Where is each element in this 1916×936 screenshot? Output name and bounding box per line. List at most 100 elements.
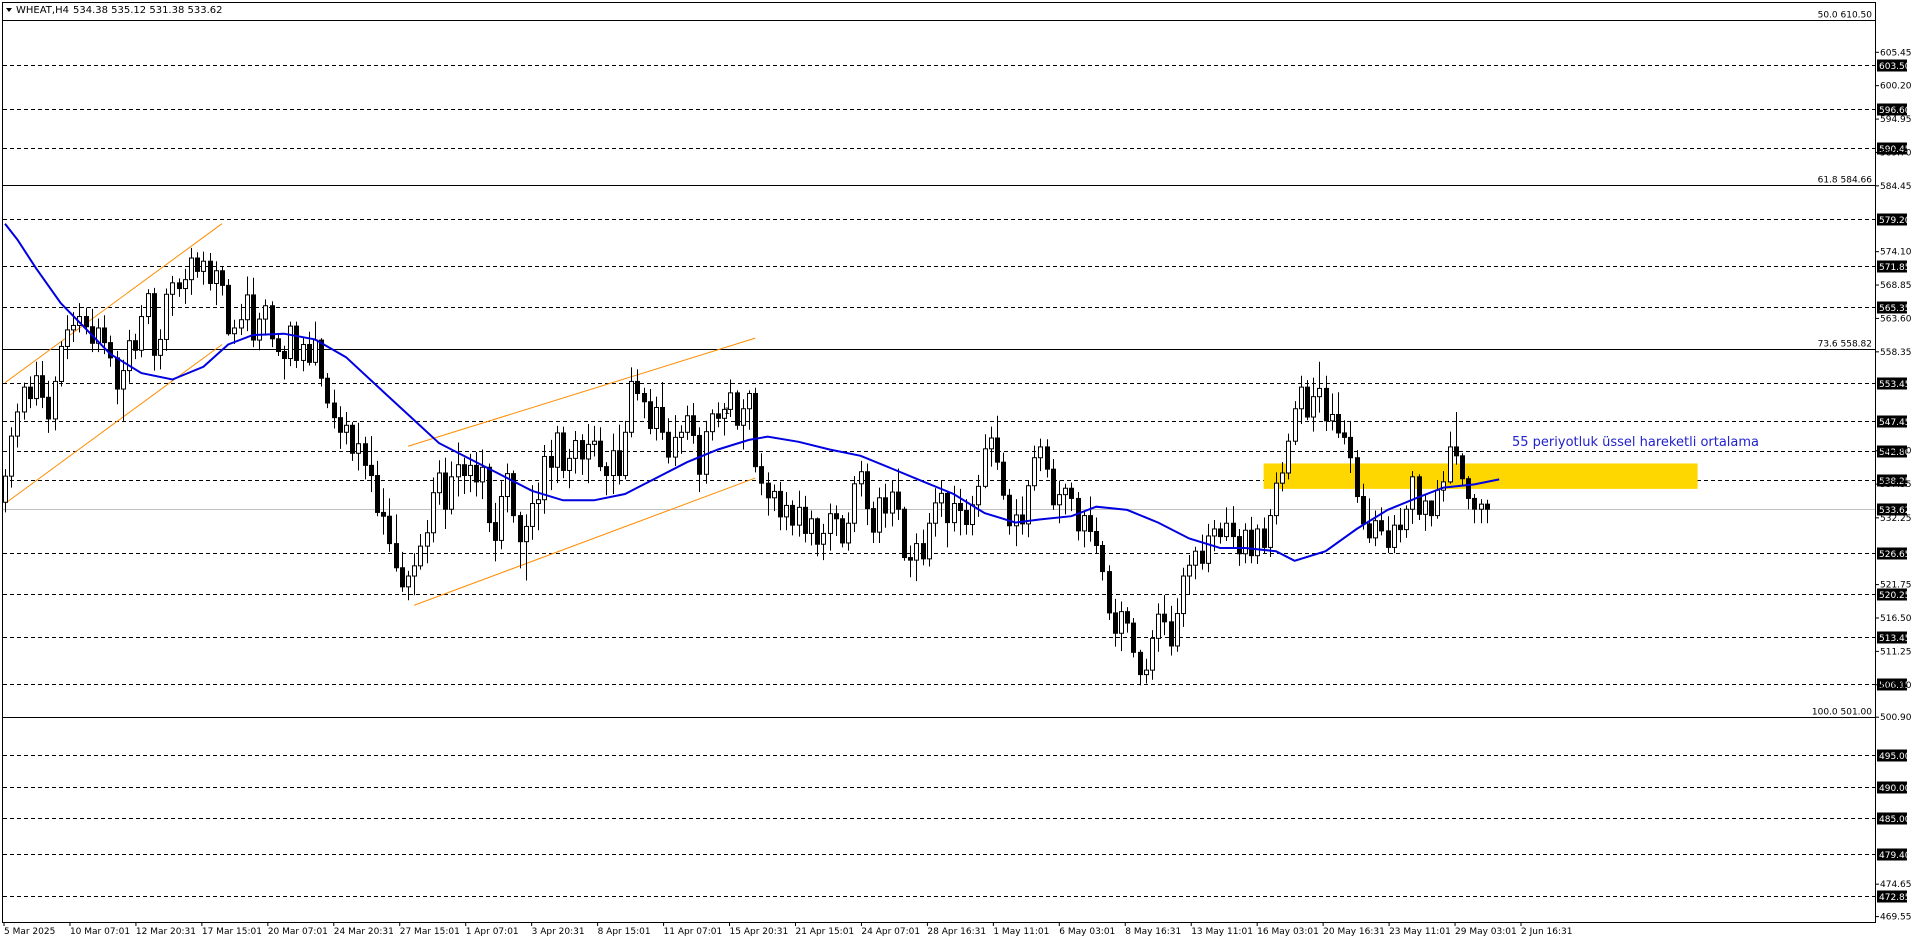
candle-body-bull <box>611 450 616 477</box>
candle-body-bear <box>1324 387 1329 422</box>
candle-body-bear <box>102 327 107 344</box>
candle-body-bull <box>412 565 417 577</box>
candle-body-bull <box>406 575 411 588</box>
candle-body-bear <box>387 515 392 545</box>
candle-body-bear <box>1386 530 1391 548</box>
candle-body-bull <box>232 327 237 335</box>
candle-body-bear <box>462 464 467 477</box>
candle-body-bear <box>1336 413 1341 434</box>
candle-body-bear <box>1249 529 1254 557</box>
candle-body-bull <box>257 318 262 341</box>
candle-body-bear <box>908 557 913 561</box>
candle-body-bull <box>1410 476 1415 510</box>
candle-body-bull <box>970 504 975 526</box>
highlight-zone <box>1263 463 1698 489</box>
candle-body-bull <box>170 282 175 295</box>
candle-body-bull <box>263 305 268 320</box>
candle-body-bear <box>350 424 355 454</box>
x-tick-label: 17 Mar 15:01 <box>202 927 262 936</box>
candle-body-bull <box>809 518 814 534</box>
y-tick-label: 605.45 <box>1880 48 1912 58</box>
candle-body-bear <box>1200 550 1205 564</box>
candle-body-bear <box>369 464 374 477</box>
candle-body-bull <box>1175 613 1180 647</box>
candle-body-bear <box>282 351 287 360</box>
level-badge-label: 553.45 <box>1879 380 1911 390</box>
level-badge-label: 485.00 <box>1879 815 1911 825</box>
candle-body-bull <box>623 431 628 477</box>
candle-body-bear <box>1001 461 1006 496</box>
candle-body-bull <box>1243 529 1248 555</box>
level-badge-label: 526.65 <box>1879 550 1911 560</box>
candle-body-bear <box>84 316 89 328</box>
fib-level-label: 61.8 584.66 <box>1818 176 1873 186</box>
candle-body-bull <box>592 440 597 445</box>
candle-body-bull <box>573 440 578 459</box>
candle-body-bear <box>902 508 907 559</box>
candle-body-bull <box>425 532 430 547</box>
chart-header: WHEAT,H4 534.38 535.12 531.38 533.62 <box>6 5 223 16</box>
candle-body-bear <box>195 257 200 272</box>
candle-body-bull <box>9 435 14 477</box>
candle-body-bull <box>1392 524 1397 548</box>
candle-body-bull <box>976 485 981 506</box>
candle-body-bear <box>561 432 566 471</box>
candle-body-bull <box>34 375 39 400</box>
y-tick-label: 563.60 <box>1880 314 1912 324</box>
y-tick-label: 532.25 <box>1880 514 1912 524</box>
y-tick-label: 594.95 <box>1880 115 1912 125</box>
candle-body-bull <box>1423 500 1428 515</box>
candle-body-bull <box>524 525 529 543</box>
candle-body-bull <box>121 370 126 390</box>
x-tick-label: 29 May 03:01 <box>1455 927 1517 936</box>
y-tick-label: 600.20 <box>1880 82 1912 92</box>
candle-body-bull <box>629 380 634 433</box>
candle-body-bull <box>821 532 826 545</box>
candle-body-bull <box>679 431 684 438</box>
candle-body-bear <box>648 401 653 429</box>
candle-body-bear <box>1069 487 1074 499</box>
level-badge-label: 479.40 <box>1879 851 1911 861</box>
y-tick-label: 506.00 <box>1880 681 1912 691</box>
level-badge-label: 513.45 <box>1879 634 1911 644</box>
candle-body-bull <box>1082 515 1087 532</box>
candle-body-bull <box>797 506 802 526</box>
candle-body-bear <box>1100 544 1105 573</box>
candle-body-bear <box>1138 651 1143 676</box>
candle-body-bear <box>487 466 492 524</box>
candle-body-bear <box>580 440 585 460</box>
candle-body-bull <box>1317 387 1322 398</box>
candle-body-bull <box>437 472 442 494</box>
candle-body-bear <box>1237 536 1242 555</box>
candle-body-bear <box>1305 386 1310 418</box>
y-tick-label: 542.80 <box>1880 447 1912 457</box>
y-tick-label: 500.90 <box>1880 713 1912 723</box>
candle-body-bear <box>1367 523 1372 539</box>
candle-body-bull <box>15 411 20 437</box>
candle-body-bear <box>1398 524 1403 531</box>
candle-body-bull <box>65 329 70 347</box>
candle-body-bull <box>1299 386 1304 410</box>
candle-body-bear <box>115 357 120 390</box>
fib-level-label: 73.6 558.82 <box>1818 340 1872 350</box>
candle-body-bear <box>815 518 820 545</box>
x-tick-label: 28 Apr 16:31 <box>927 927 986 936</box>
candle-body-bull <box>828 513 833 534</box>
candle-body-bear <box>177 282 182 290</box>
candle-body-bull <box>1014 514 1019 527</box>
candle-body-bull <box>1057 494 1062 506</box>
x-tick-label: 13 May 11:01 <box>1191 927 1253 936</box>
candle-body-bull <box>846 522 851 544</box>
candle-body-bull <box>1026 485 1031 525</box>
candle-body-bear <box>790 504 795 526</box>
y-tick-label: 584.45 <box>1880 182 1912 192</box>
candle-body-bull <box>567 457 572 471</box>
candle-body-bull <box>530 503 535 527</box>
candle-body-bull <box>1404 508 1409 531</box>
candle-body-bear <box>778 490 783 518</box>
candle-body-bear <box>518 515 523 543</box>
candle-body-bear <box>617 450 622 477</box>
candle-body-bull <box>989 437 994 450</box>
symbol-label[interactable]: WHEAT,H4 <box>16 5 69 16</box>
candle-body-bear <box>325 377 330 404</box>
